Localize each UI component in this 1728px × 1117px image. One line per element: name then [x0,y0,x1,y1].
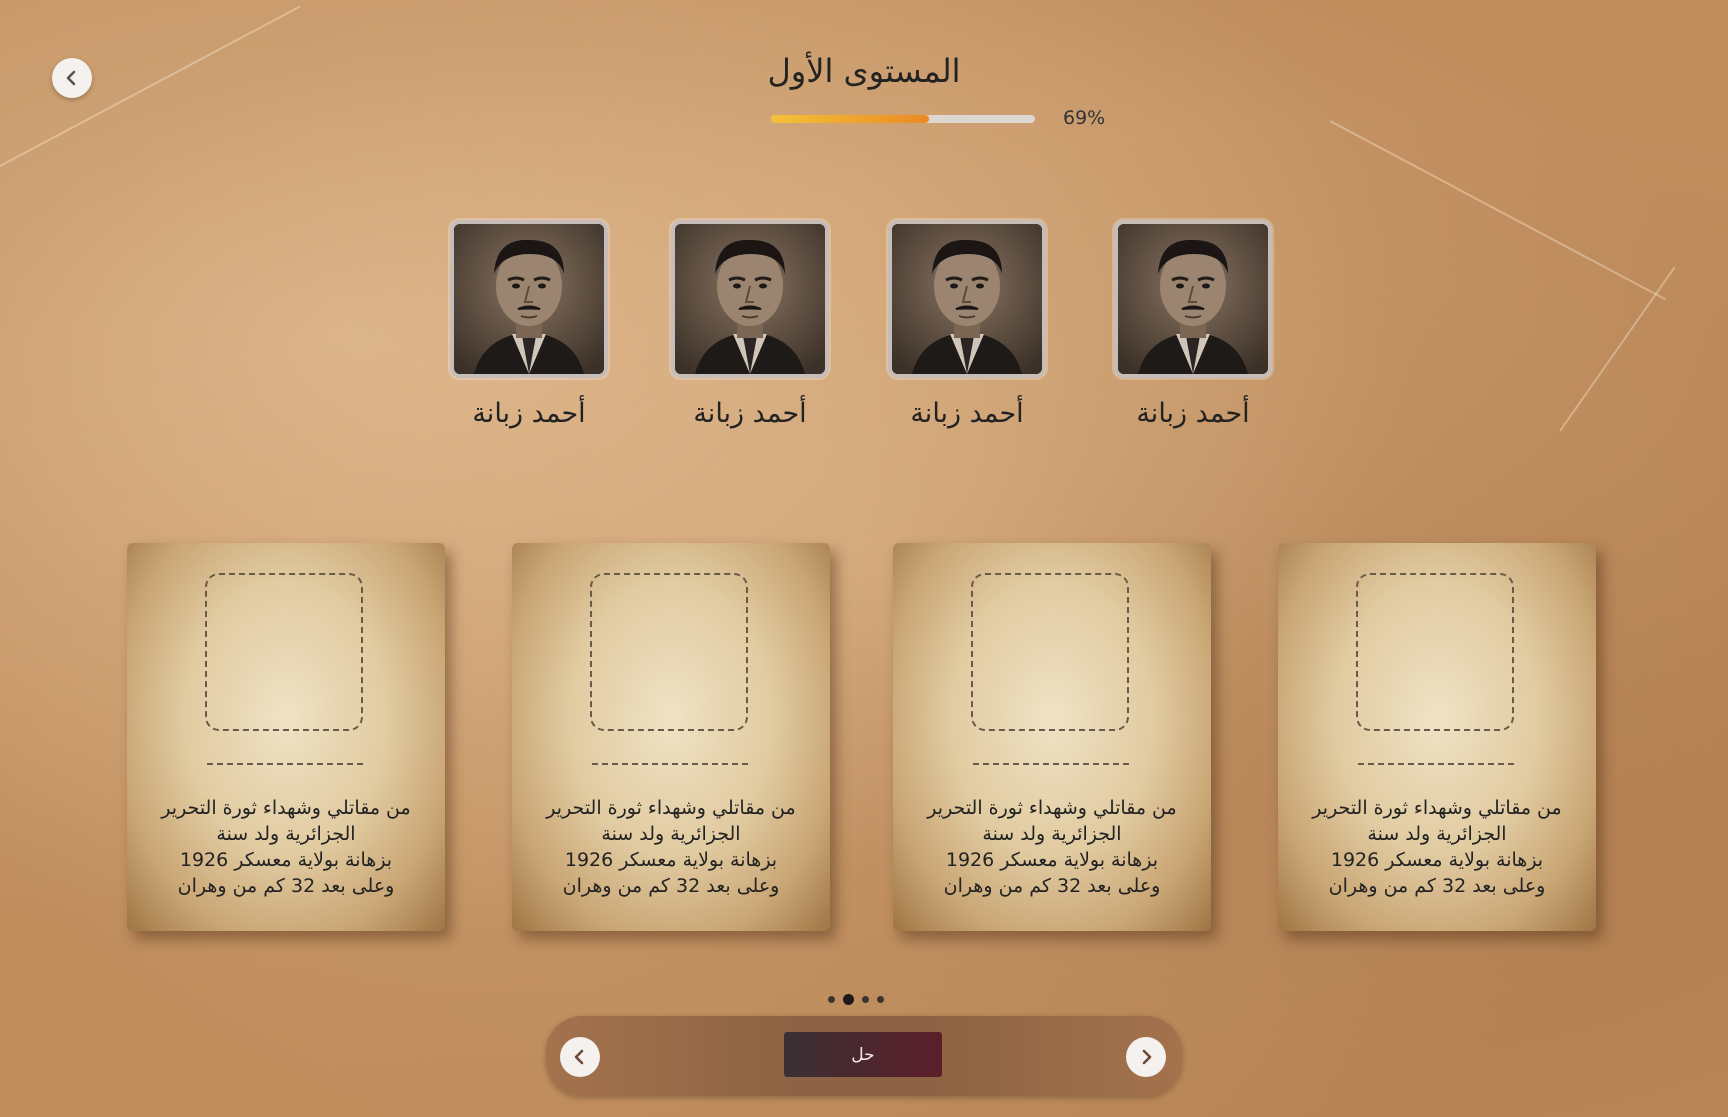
portrait-card[interactable]: أحمد زبانة [670,220,830,429]
portrait-image [892,224,1042,374]
target-card: من مقاتلي وشهداء ثورة التحرير الجزائرية … [127,543,445,931]
name-slot[interactable] [1358,763,1514,765]
card-description: من مقاتلي وشهداء ثورة التحرير الجزائرية … [1312,797,1562,897]
portrait-photo [450,220,608,378]
photo-drop-zone[interactable] [971,573,1129,731]
card-description: من مقاتلي وشهداء ثورة التحرير الجزائرية … [927,797,1177,897]
bottom-toolbar: حل [546,1016,1182,1096]
level-title: المستوى الأول [767,52,961,90]
target-card: من مقاتلي وشهداء ثورة التحرير الجزائرية … [512,543,830,931]
photo-drop-zone[interactable] [205,573,363,731]
pagination-dot[interactable] [877,996,884,1003]
paper-crease [1559,266,1676,432]
progress-percent: 69% [1063,107,1106,129]
pagination-dot[interactable] [828,996,835,1003]
target-card: من مقاتلي وشهداء ثورة التحرير الجزائرية … [893,543,1211,931]
solve-button[interactable]: حل [784,1032,942,1077]
card-description: من مقاتلي وشهداء ثورة التحرير الجزائرية … [546,797,796,897]
pagination-dot[interactable] [862,996,869,1003]
portrait-photo [888,220,1046,378]
portrait-image [675,224,825,374]
pagination-dot[interactable] [843,994,854,1005]
chevron-left-icon [574,1049,584,1065]
prev-button[interactable] [560,1037,600,1077]
progress-bar-fill [771,115,930,123]
portrait-name: أحمد زبانة [1136,398,1250,429]
progress-bar [771,115,1035,123]
portrait-photo [1114,220,1272,378]
name-slot[interactable] [207,763,363,765]
portrait-name: أحمد زبانة [472,398,586,429]
portrait-image [1118,224,1268,374]
portrait-card[interactable]: أحمد زبانة [1113,220,1273,429]
name-slot[interactable] [592,763,748,765]
portrait-image [454,224,604,374]
chevron-right-icon [1142,1049,1152,1065]
portrait-card[interactable]: أحمد زبانة [449,220,609,429]
photo-drop-zone[interactable] [1356,573,1514,731]
target-card: من مقاتلي وشهداء ثورة التحرير الجزائرية … [1278,543,1596,931]
card-description: من مقاتلي وشهداء ثورة التحرير الجزائرية … [161,797,411,897]
paper-crease [1329,120,1666,301]
pagination-dots [828,994,884,1005]
photo-drop-zone[interactable] [590,573,748,731]
portrait-card[interactable]: أحمد زبانة [887,220,1047,429]
name-slot[interactable] [973,763,1129,765]
portrait-photo [671,220,829,378]
portrait-name: أحمد زبانة [693,398,807,429]
next-button[interactable] [1126,1037,1166,1077]
portrait-name: أحمد زبانة [910,398,1024,429]
